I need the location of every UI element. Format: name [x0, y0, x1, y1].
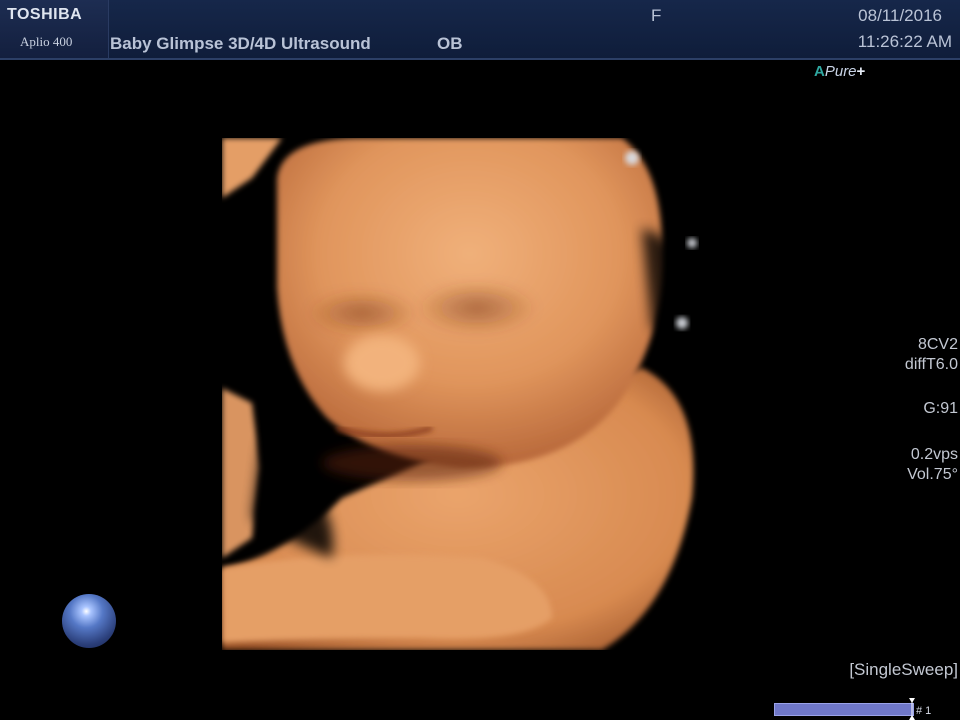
apure-logo-plus: + [856, 63, 866, 80]
brand-logo: TOSHIBA [7, 6, 83, 23]
exam-date: 08/11/2016 [858, 6, 942, 25]
cine-marker-icon[interactable] [909, 698, 915, 720]
rate-label: 0.2vps [910, 446, 958, 463]
exam-time: 11:26:22 AM [857, 32, 952, 51]
exam-type: OB [437, 34, 463, 53]
brand-box: TOSHIBA Aplio 400 [0, 0, 109, 58]
cine-frame-label: # 1 [916, 705, 932, 717]
gain-label: G:91 [923, 400, 958, 417]
cine-scroll-bar[interactable] [774, 703, 914, 716]
facility-title: Baby Glimpse 3D/4D Ultrasound [110, 34, 371, 53]
apure-logo-text: Pure [824, 63, 857, 80]
orientation-sphere-icon[interactable] [62, 594, 116, 648]
probe-label: 8CV2 [917, 336, 958, 353]
header-bar: TOSHIBA Aplio 400 Baby Glimpse 3D/4D Ult… [0, 0, 960, 60]
model-name: Aplio 400 [20, 34, 73, 49]
fetal-face-image [222, 138, 732, 650]
sweep-mode-label: [SingleSweep] [849, 660, 958, 679]
frequency-flag: F [651, 6, 662, 25]
ultrasound-3d-render[interactable] [222, 138, 732, 650]
volume-label: Vol.75° [907, 466, 958, 483]
apure-logo: APure+ [814, 63, 865, 80]
apure-logo-a: A [814, 63, 825, 80]
mode-label: diffT6.0 [904, 356, 958, 373]
